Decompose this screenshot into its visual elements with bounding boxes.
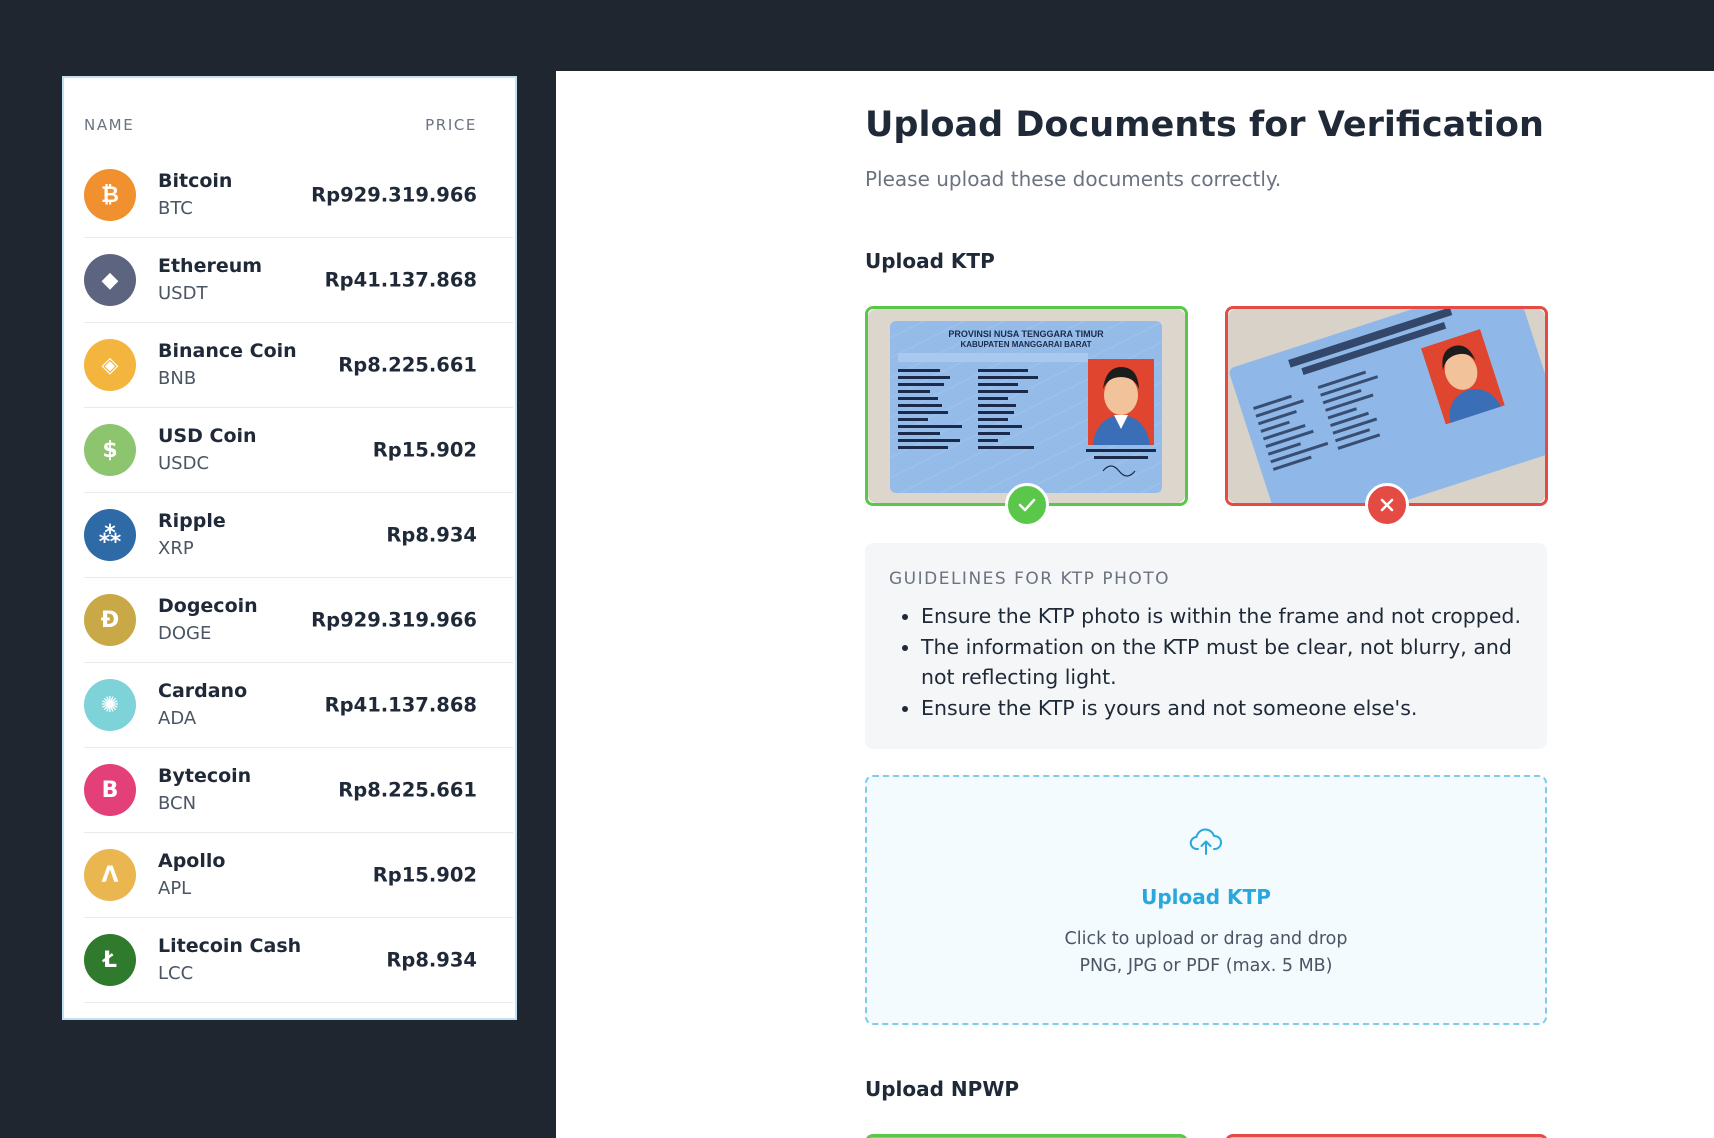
ktp-correct-example: PROVINSI NUSA TENGGARA TIMUR KABUPATEN M…	[865, 306, 1188, 527]
coin-row-xrp[interactable]: ⁂ Ripple XRP Rp8.934	[84, 493, 513, 578]
ktp-section-title: Upload KTP	[865, 249, 995, 273]
guideline-item: Ensure the KTP is yours and not someone …	[921, 693, 1523, 724]
usd-coin-icon: $	[84, 424, 136, 476]
coin-name: Dogecoin	[158, 595, 258, 617]
column-header-name: NAME	[84, 116, 135, 134]
coin-price: Rp15.902	[372, 863, 477, 887]
coin-name: Cardano	[158, 680, 248, 702]
guidelines-title: GUIDELINES FOR KTP PHOTO	[889, 569, 1171, 589]
column-header-price: PRICE	[425, 116, 477, 134]
coin-symbol: BCN	[158, 793, 197, 814]
dogecoin-icon: Ð	[84, 594, 136, 646]
coin-price: Rp15.902	[372, 438, 477, 462]
coin-symbol: USDT	[158, 283, 208, 304]
coin-price: Rp8.934	[386, 948, 477, 972]
dropzone-hint: Click to upload or drag and drop	[1064, 929, 1348, 949]
check-icon	[1018, 498, 1035, 512]
ethereum-icon: ◆	[84, 254, 136, 306]
ktp-correct-image: PROVINSI NUSA TENGGARA TIMUR KABUPATEN M…	[868, 309, 1185, 503]
bytecoin-icon: B	[84, 764, 136, 816]
guidelines-list: Ensure the KTP photo is within the frame…	[889, 601, 1523, 723]
coin-symbol: LCC	[158, 963, 194, 984]
cloud-upload-icon	[1189, 828, 1222, 855]
litecoin-cash-icon: Ł	[84, 934, 136, 986]
coin-name: USD Coin	[158, 425, 257, 447]
dropzone-formats: PNG, JPG or PDF (max. 5 MB)	[1079, 956, 1333, 976]
ktp-regency-text: KABUPATEN MANGGARAI BARAT	[960, 340, 1091, 349]
guideline-item: Ensure the KTP photo is within the frame…	[921, 601, 1523, 632]
coin-name: Litecoin Cash	[158, 935, 302, 957]
coin-name: Bytecoin	[158, 765, 252, 787]
coin-price: Rp929.319.966	[311, 183, 477, 207]
coin-price: Rp8.934	[386, 523, 477, 547]
coin-row-ada[interactable]: ✺ Cardano ADA Rp41.137.868	[84, 663, 513, 748]
ktp-upload-dropzone[interactable]: Upload KTP Click to upload or drag and d…	[865, 775, 1547, 1025]
coin-row-doge[interactable]: Ð Dogecoin DOGE Rp929.319.966	[84, 578, 513, 663]
coin-name: Bitcoin	[158, 170, 233, 192]
coin-price: Rp41.137.868	[324, 693, 477, 717]
coin-price: Rp929.319.966	[311, 608, 477, 632]
cardano-icon: ✺	[84, 679, 136, 731]
coin-symbol: APL	[158, 878, 192, 899]
coin-row-bcn[interactable]: B Bytecoin BCN Rp8.225.661	[84, 748, 513, 833]
coin-name: Ethereum	[158, 255, 263, 277]
bitcoin-icon: ₿	[84, 169, 136, 221]
coin-symbol: DOGE	[158, 623, 212, 644]
ripple-icon: ⁂	[84, 509, 136, 561]
apollo-icon: Λ	[84, 849, 136, 901]
coin-row-apl[interactable]: Λ Apollo APL Rp15.902	[84, 833, 513, 918]
coin-name: Ripple	[158, 510, 226, 532]
coin-price: Rp41.137.868	[324, 268, 477, 292]
binance-icon: ◈	[84, 339, 136, 391]
coin-name: Apollo	[158, 850, 226, 872]
coin-symbol: USDC	[158, 453, 210, 474]
guideline-item: The information on the KTP must be clear…	[921, 632, 1523, 693]
coin-row-lcc[interactable]: Ł Litecoin Cash LCC Rp8.934	[84, 918, 513, 1003]
coin-symbol: XRP	[158, 538, 194, 559]
npwp-correct-example	[865, 1134, 1188, 1138]
coin-symbol: BNB	[158, 368, 197, 389]
npwp-section-title: Upload NPWP	[865, 1077, 1020, 1101]
coin-row-bnb[interactable]: ◈ Binance Coin BNB Rp8.225.661	[84, 323, 513, 408]
correct-check-badge	[1004, 483, 1049, 527]
ktp-incorrect-image	[1228, 309, 1545, 503]
ktp-incorrect-example	[1225, 306, 1548, 527]
ktp-guidelines-box: GUIDELINES FOR KTP PHOTO Ensure the KTP …	[865, 543, 1547, 749]
close-icon	[1380, 498, 1393, 512]
coin-price: Rp8.225.661	[338, 778, 477, 802]
crypto-list-header: NAME PRICE	[84, 116, 477, 134]
crypto-list: ₿ Bitcoin BTC Rp929.319.966 ◆ Ethereum USDT Rp4…	[84, 153, 513, 1003]
coin-price: Rp8.225.661	[338, 353, 477, 377]
coin-row-usdc[interactable]: $ USD Coin USDC Rp15.902	[84, 408, 513, 493]
npwp-incorrect-example	[1225, 1134, 1548, 1138]
upload-documents-panel: Upload Documents for Verification Please…	[556, 71, 1714, 1138]
coin-symbol: ADA	[158, 708, 197, 729]
incorrect-x-badge	[1364, 483, 1409, 527]
coin-row-usdt[interactable]: ◆ Ethereum USDT Rp41.137.868	[84, 238, 513, 323]
ktp-province-text: PROVINSI NUSA TENGGARA TIMUR	[948, 329, 1104, 339]
coin-row-btc[interactable]: ₿ Bitcoin BTC Rp929.319.966	[84, 153, 513, 238]
crypto-price-panel: NAME PRICE ₿ Bitcoin BTC Rp929.319.966 ◆ Ethe…	[62, 76, 517, 1020]
page-title: Upload Documents for Verification	[865, 105, 1544, 145]
coin-symbol: BTC	[158, 198, 193, 219]
page-subtitle: Please upload these documents correctly.	[865, 167, 1282, 191]
upload-ktp-link[interactable]: Upload KTP	[867, 885, 1545, 909]
coin-name: Binance Coin	[158, 340, 297, 362]
